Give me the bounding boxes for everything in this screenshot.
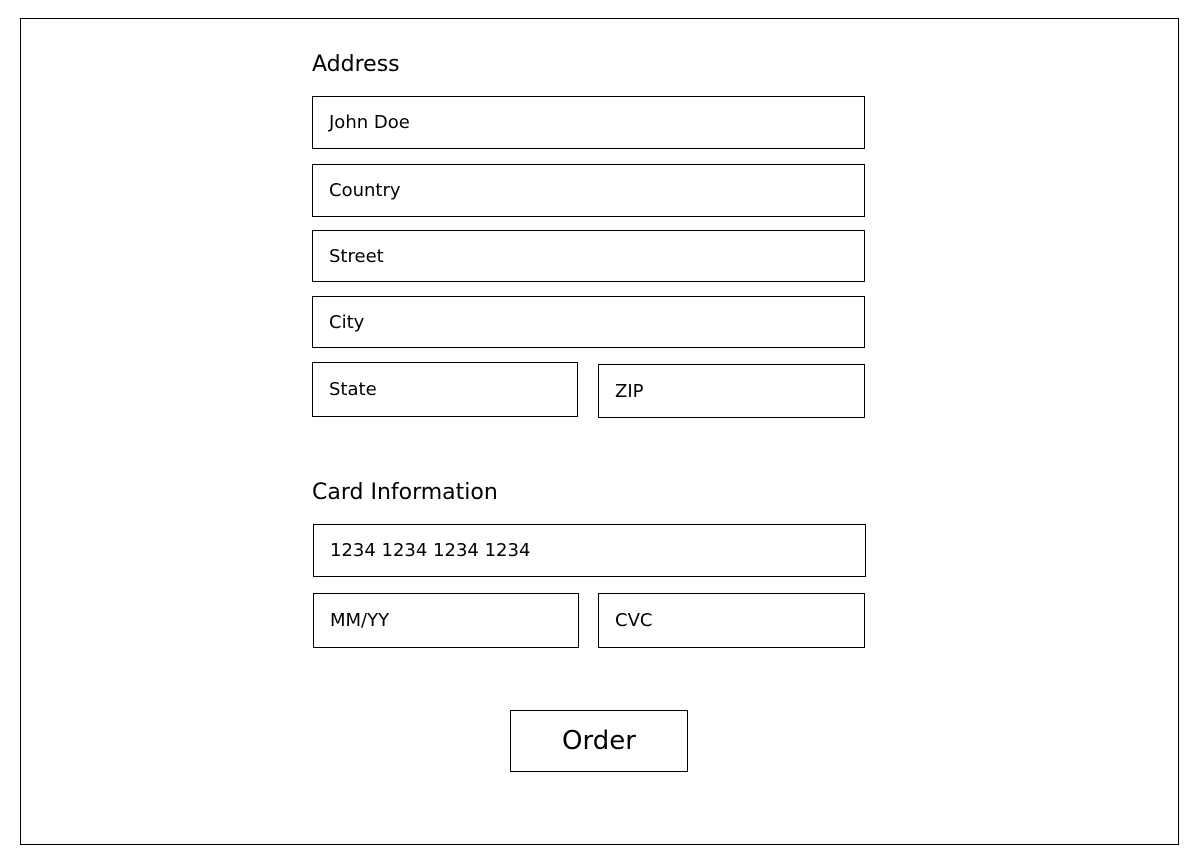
order-button[interactable]: Order [510,710,688,772]
state-field[interactable]: State [312,362,578,417]
street-field[interactable]: Street [312,230,865,282]
country-field[interactable]: Country [312,164,865,217]
expiry-field[interactable]: MM/YY [313,593,579,648]
cvc-field[interactable]: CVC [598,593,865,648]
name-field[interactable]: John Doe [312,96,865,149]
zip-field[interactable]: ZIP [598,364,865,418]
card-number-field[interactable]: 1234 1234 1234 1234 [313,524,866,577]
city-field[interactable]: City [312,296,865,348]
address-heading: Address [312,52,400,77]
card-heading: Card Information [312,480,498,505]
